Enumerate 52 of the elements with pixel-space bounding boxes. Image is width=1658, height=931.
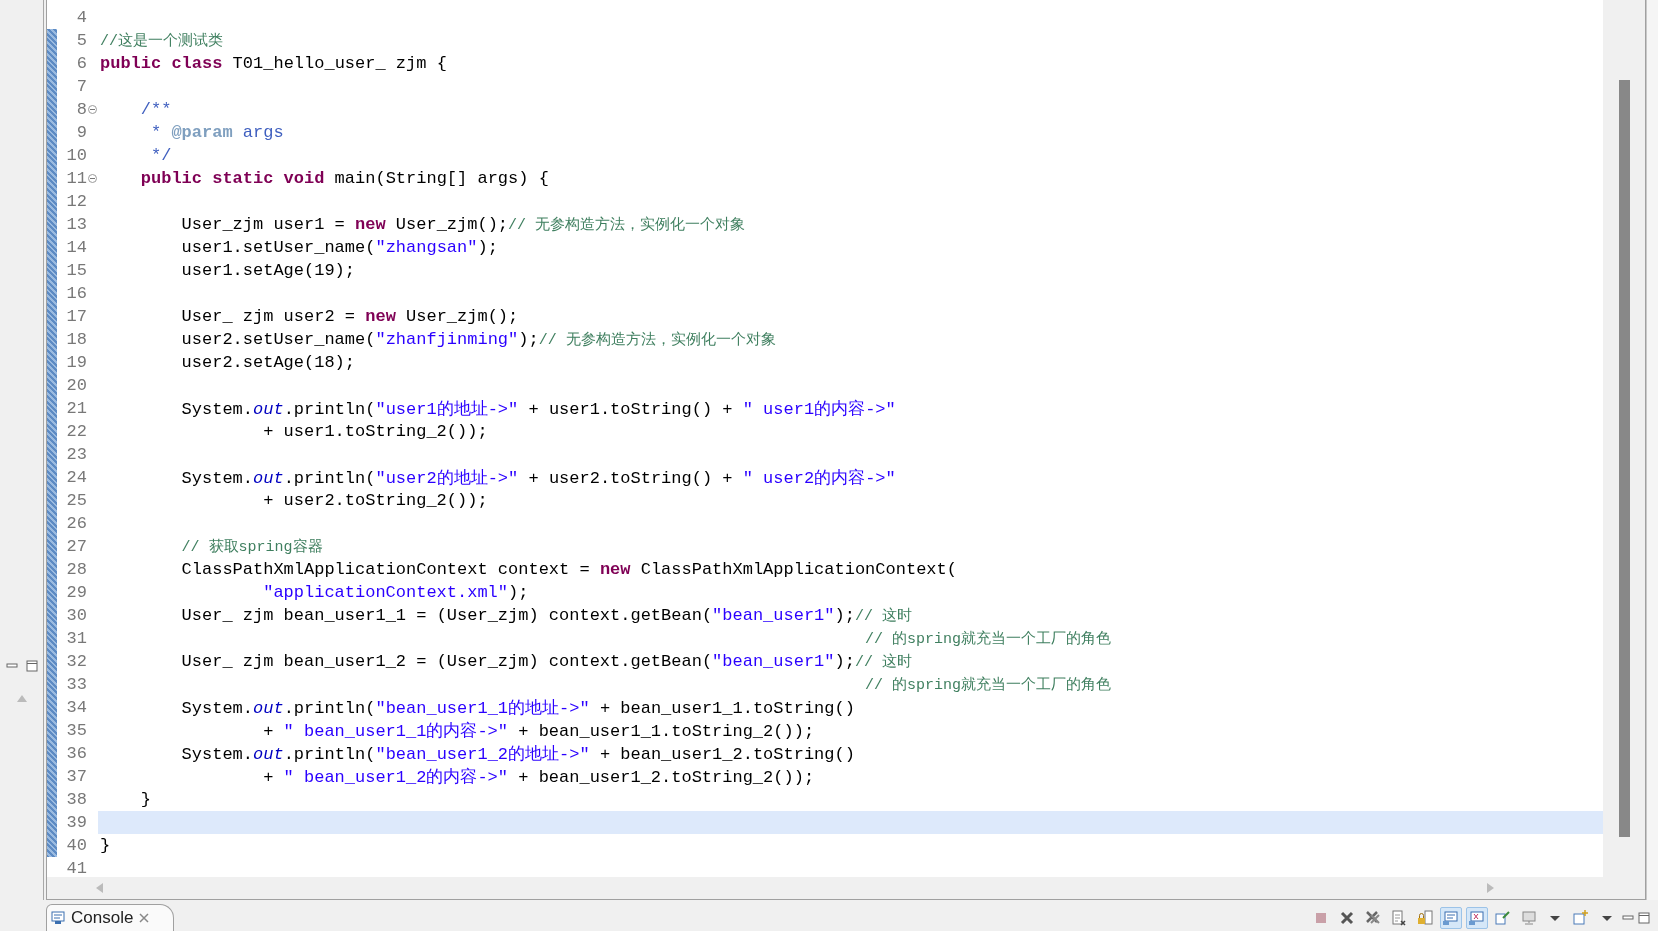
code-line: user1.setUser_name("zhangsan"); bbox=[181, 238, 498, 257]
code-line: System.out.println("bean_user1_1的地址->" + bean_user1_1.toString() bbox=[181, 698, 855, 719]
code-line: System.out.println("bean_user1_2的地址->" + bean_user1_2.toString() bbox=[181, 744, 855, 765]
code-line: ClassPathXmlApplicationContext context = new ClassPathXmlApplicationContext( bbox=[181, 560, 957, 579]
code-line: user2.setAge(18); bbox=[181, 353, 356, 372]
maximize-icon[interactable] bbox=[25, 660, 38, 672]
toolbar-button[interactable] bbox=[1466, 907, 1488, 929]
dropdown-icon bbox=[1602, 915, 1612, 921]
code-line: User_ zjm user2 = new User_zjm(); bbox=[181, 307, 519, 326]
code-line: // 的spring就充当一个工厂的角色 bbox=[865, 675, 1111, 694]
code-line: + " bean_user1_2的内容->" + bean_user1_2.toString_2()); bbox=[263, 766, 815, 788]
code-line: } bbox=[140, 790, 151, 809]
code-line: public class T01_hello_user_ zjm { bbox=[100, 54, 447, 73]
collapse-icon[interactable] bbox=[88, 174, 97, 183]
code-line: */ bbox=[151, 146, 172, 165]
code-line: User_ zjm bean_user1_1 = (User_zjm) context.getBean("bean_user1");// 这时 bbox=[181, 606, 912, 625]
code-line: /** bbox=[140, 100, 172, 119]
code-line: System.out.println("user2的地址->" + user2.toString() + " user2的内容->" bbox=[181, 467, 896, 489]
close-icon[interactable] bbox=[139, 913, 150, 923]
console-error-icon bbox=[1468, 909, 1486, 927]
code-line: + user2.toString_2()); bbox=[263, 491, 488, 510]
code-line: user2.setUser_name("zhanfjinming");// 无参构造方法，实例化一个对象 bbox=[181, 330, 776, 349]
code-line: + " bean_user1_1的内容->" + bean_user1_1.toString_2()); bbox=[263, 720, 815, 742]
code-line: System.out.println("user1的地址->" + user1.toString() + " user1的内容->" bbox=[181, 398, 896, 420]
scroll-left-icon[interactable] bbox=[95, 882, 104, 894]
toolbar-button[interactable] bbox=[1440, 907, 1462, 929]
code-line: // 获取spring容器 bbox=[181, 537, 323, 556]
lock-icon bbox=[1416, 909, 1434, 927]
code-line: User_zjm user1 = new User_zjm();// 无参构造方法，实例化一个对象 bbox=[181, 215, 746, 234]
remove-icon bbox=[1338, 909, 1356, 927]
monitor-icon bbox=[1520, 909, 1538, 927]
code-line: // 的spring就充当一个工厂的角色 bbox=[865, 629, 1111, 648]
scroll-right-icon[interactable] bbox=[1486, 882, 1495, 894]
code-line: * @param args bbox=[151, 123, 284, 142]
document-icon bbox=[1390, 909, 1408, 927]
pin-icon bbox=[1494, 909, 1512, 927]
scroll-up-icon[interactable] bbox=[15, 694, 28, 703]
code-line: user1.setAge(19); bbox=[181, 261, 356, 280]
code-line: User_ zjm bean_user1_2 = (User_zjm) context.getBean("bean_user1");// 这时 bbox=[181, 652, 912, 671]
code-line: public static void main(String[] args) { bbox=[140, 169, 549, 188]
code-line: //这是一个测试类 bbox=[100, 31, 223, 50]
console-tab[interactable]: Console bbox=[46, 904, 175, 931]
code-line: + user1.toString_2()); bbox=[263, 422, 488, 441]
code-line: } bbox=[100, 836, 111, 855]
maximize-icon[interactable] bbox=[1638, 912, 1650, 924]
code-line: "applicationContext.xml"); bbox=[263, 583, 529, 602]
dropdown-icon bbox=[1550, 915, 1560, 921]
console-icon bbox=[1442, 909, 1460, 927]
scrollbar-thumb[interactable] bbox=[1618, 80, 1630, 837]
collapse-icon[interactable] bbox=[88, 105, 97, 114]
new-console-icon bbox=[1572, 909, 1590, 927]
monitor-icon bbox=[51, 911, 65, 925]
